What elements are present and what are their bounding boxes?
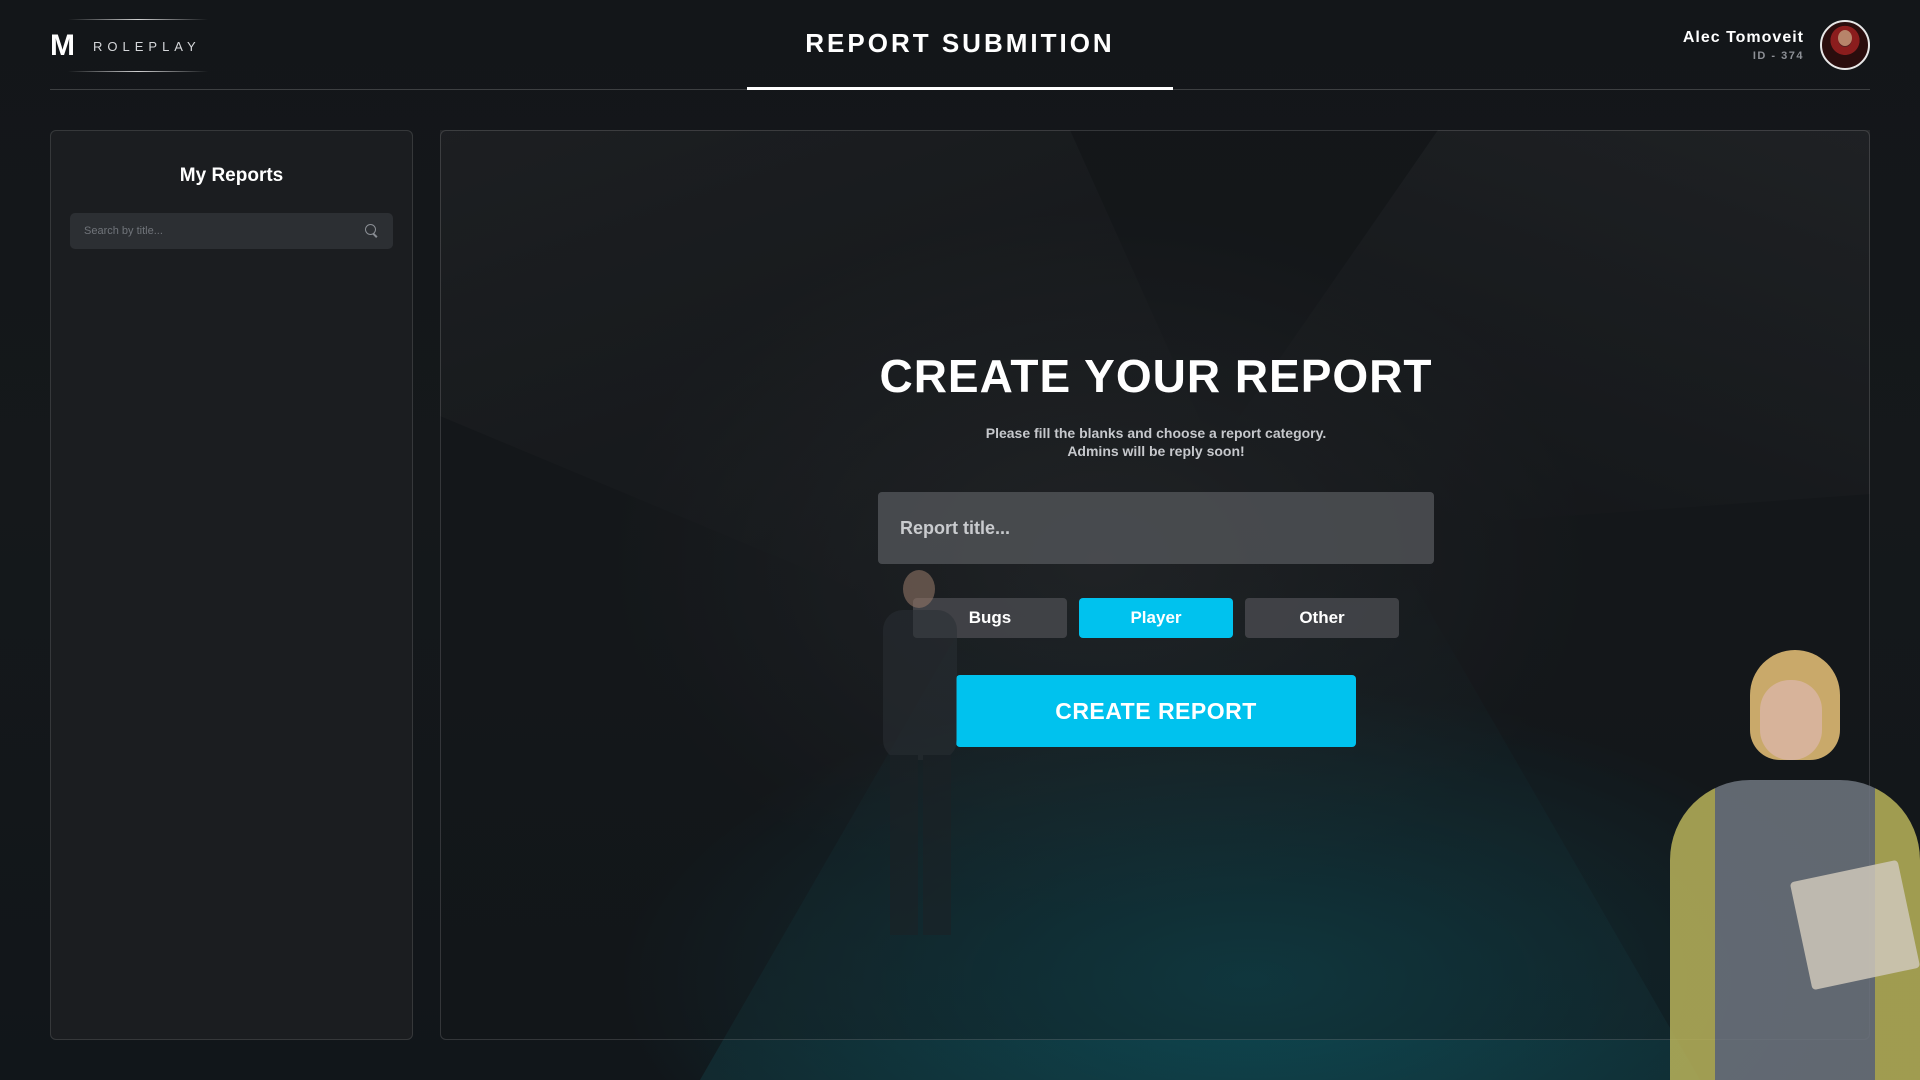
subtitle-line-2: Admins will be reply soon! — [1067, 443, 1245, 459]
user-profile[interactable]: Alec Tomoveit ID - 374 — [1683, 20, 1870, 70]
character-head — [903, 570, 935, 608]
logo: M ROLEPLAY — [50, 19, 220, 72]
create-report-button[interactable]: CREATE REPORT — [956, 675, 1356, 747]
user-id: ID - 374 — [1752, 49, 1804, 62]
report-title-input[interactable] — [878, 492, 1434, 564]
avatar[interactable] — [1820, 20, 1870, 70]
officer-illustration — [1610, 640, 1920, 1080]
logo-text: ROLEPLAY — [93, 38, 201, 54]
category-selector: Bugs Player Other — [913, 598, 1399, 638]
user-name: Alec Tomoveit — [1682, 28, 1804, 46]
character-leg-left — [890, 755, 918, 935]
create-report-subtitle: Please fill the blanks and choose a repo… — [441, 424, 1869, 460]
officer-notebook — [1789, 859, 1920, 991]
header: M ROLEPLAY REPORT SUBMITION Alec Tomovei… — [50, 0, 1870, 90]
officer-face — [1760, 680, 1822, 760]
search-input[interactable] — [84, 225, 365, 237]
search-box[interactable] — [70, 213, 393, 249]
sidebar-title: My Reports — [179, 165, 284, 186]
character-leg-right — [923, 755, 951, 935]
category-other-button[interactable]: Other — [1245, 598, 1399, 638]
subtitle-line-1: Please fill the blanks and choose a repo… — [985, 425, 1327, 441]
logo-line-bottom — [68, 71, 208, 72]
create-report-heading: CREATE YOUR REPORT — [879, 350, 1433, 402]
logo-mark: M — [50, 29, 75, 62]
character-body — [883, 610, 957, 760]
search-icon[interactable] — [365, 224, 379, 238]
logo-line-top — [68, 19, 208, 20]
background-character — [865, 570, 975, 940]
my-reports-sidebar: My Reports — [50, 130, 413, 1040]
category-player-button[interactable]: Player — [1079, 598, 1233, 638]
user-info: Alec Tomoveit ID - 374 — [1683, 29, 1804, 62]
page-title: REPORT SUBMITION — [747, 0, 1173, 90]
